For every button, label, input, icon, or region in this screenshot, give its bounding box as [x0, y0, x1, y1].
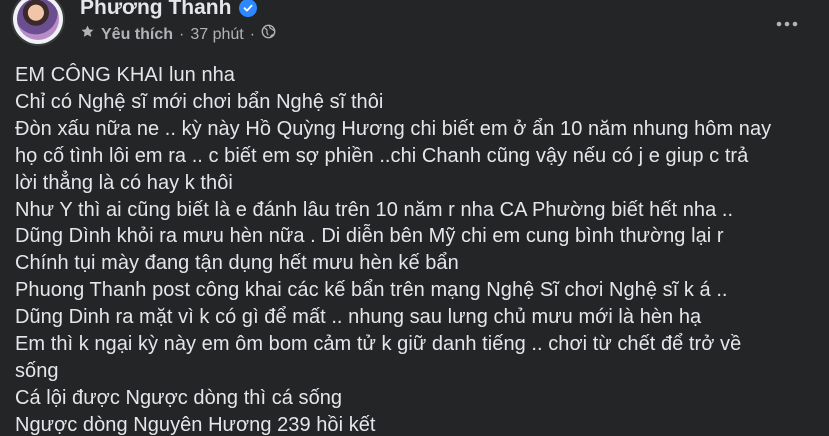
more-options-button[interactable] — [767, 6, 807, 34]
post-body-line: Em thì k ngại kỳ này em ôm bom cảm tử k … — [15, 333, 742, 356]
post-body-line: Chỉ có Nghệ sĩ mới chơi bẩn Nghệ sĩ thôi — [15, 90, 384, 113]
post-time[interactable]: 37 phút — [190, 24, 243, 46]
avatar-image — [17, 0, 59, 40]
author-name[interactable]: Phương Thanh — [80, 0, 231, 22]
favorite-label[interactable]: Yêu thích — [101, 24, 173, 46]
post-body-line: Chính tụi mày đang tận dụng hết mưu hèn … — [15, 252, 459, 275]
post-meta: Yêu thích · 37 phút · — [80, 24, 276, 46]
globe-icon[interactable] — [261, 24, 276, 46]
post-body-line: Dũng Dinh ra mặt vì k có gì để mất .. nh… — [15, 306, 702, 329]
author-avatar[interactable] — [13, 0, 63, 44]
post-body-line: Đòn xấu nữa ne .. kỳ này Hồ Quỳng Hương … — [15, 117, 772, 140]
post-body-line: lời thẳng là có hay k thôi — [15, 171, 233, 194]
post-body-line: Ngược dòng Nguyên Hương 239 hồi kết — [15, 413, 376, 436]
post-body-line: Cá lội được Ngược dòng thì cá sống — [15, 386, 343, 409]
post-body-line: Dũng Dình khỏi ra mưu hèn nữa . Di diễn … — [15, 225, 724, 248]
post-body-line: sống — [15, 359, 59, 382]
post-body-line: EM CÔNG KHAI lun nha — [15, 64, 235, 86]
post-body-line: Như Y thì ai cũng biết là e đánh lâu trê… — [15, 198, 734, 221]
more-horizontal-icon — [776, 6, 798, 34]
post-body-line: Phuong Thanh post công khai các kế bẩn t… — [15, 279, 728, 302]
meta-separator: · — [249, 26, 256, 43]
star-icon — [80, 24, 95, 46]
post-body: EM CÔNG KHAI lun nha Chỉ có Nghệ sĩ mới … — [15, 62, 815, 436]
verified-badge-icon — [239, 0, 258, 17]
facebook-post: Phương Thanh Yêu thích · 37 phút · EM CÔ… — [0, 0, 829, 436]
post-header: Phương Thanh — [80, 0, 258, 22]
meta-separator: · — [179, 26, 185, 43]
post-body-line: họ cố tình lôi em ra .. c biết em sợ phi… — [15, 144, 749, 167]
